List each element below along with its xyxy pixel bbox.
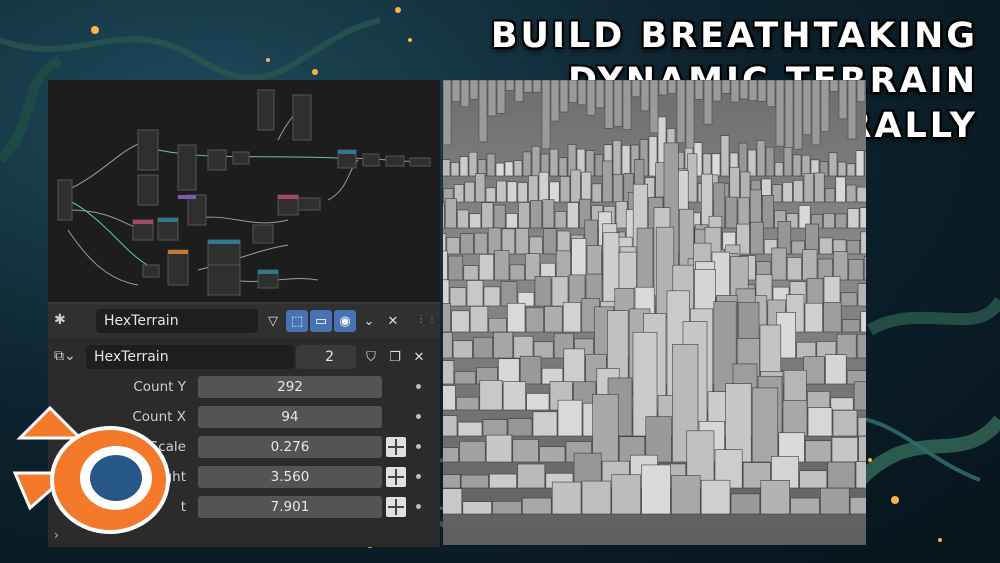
node-group-icon[interactable]: ⧉⌄ [54, 348, 76, 364]
modifier-header: ⧉⌄ HexTerrain 2 ⛉ ❐ ✕ [48, 342, 440, 372]
properties-header: ✱ HexTerrain ▽ ⬚ ▭ ◉ ⌄ ✕ ⋮⋮ [48, 304, 440, 338]
blender-logo-icon [10, 398, 170, 538]
node-graph [48, 80, 440, 302]
driver-toggle-icon[interactable] [386, 467, 406, 487]
count-y-field[interactable]: 292 [198, 376, 382, 398]
keyframe-dot-icon[interactable] [416, 414, 421, 419]
property-count-y: Count Y 292 [48, 374, 440, 400]
hex-terrain-render [443, 80, 866, 545]
camera-icon[interactable]: ◉ [334, 310, 356, 332]
duplicate-icon[interactable]: ❐ [384, 346, 406, 368]
modifier-name-field[interactable]: HexTerrain [86, 345, 294, 369]
keyframe-dot-icon[interactable] [416, 474, 421, 479]
property-label: Count Y [133, 374, 186, 400]
select-box-icon[interactable]: ⬚ [286, 310, 308, 332]
count-x-field[interactable]: 94 [198, 406, 382, 428]
drag-handle-icon[interactable]: ⋮⋮ [416, 314, 438, 325]
node-tree-icon[interactable]: ✱ [54, 312, 66, 328]
keyframe-dot-icon[interactable] [416, 444, 421, 449]
driver-toggle-icon[interactable] [386, 497, 406, 517]
unlink-icon[interactable]: ✕ [408, 346, 430, 368]
keyframe-dot-icon[interactable] [416, 504, 421, 509]
3d-viewport[interactable] [443, 80, 866, 545]
funnel-icon[interactable]: ▽ [262, 310, 284, 332]
user-count-field[interactable]: 2 [296, 345, 356, 369]
chevron-down-icon[interactable]: ⌄ [358, 310, 380, 332]
height-field[interactable]: 3.560 [198, 466, 382, 488]
offset-field[interactable]: 7.901 [198, 496, 382, 518]
node-editor[interactable] [48, 80, 440, 302]
driver-toggle-icon[interactable] [386, 437, 406, 457]
node-group-name-field[interactable]: HexTerrain [96, 309, 258, 333]
keyframe-dot-icon[interactable] [416, 384, 421, 389]
fake-user-shield-icon[interactable]: ⛉ [360, 346, 382, 368]
headline-line-1: BUILD BREATHTAKING [418, 14, 978, 59]
monitor-icon[interactable]: ▭ [310, 310, 332, 332]
property-label: t [181, 494, 186, 520]
close-icon[interactable]: ✕ [382, 310, 404, 332]
scale-field[interactable]: 0.276 [198, 436, 382, 458]
